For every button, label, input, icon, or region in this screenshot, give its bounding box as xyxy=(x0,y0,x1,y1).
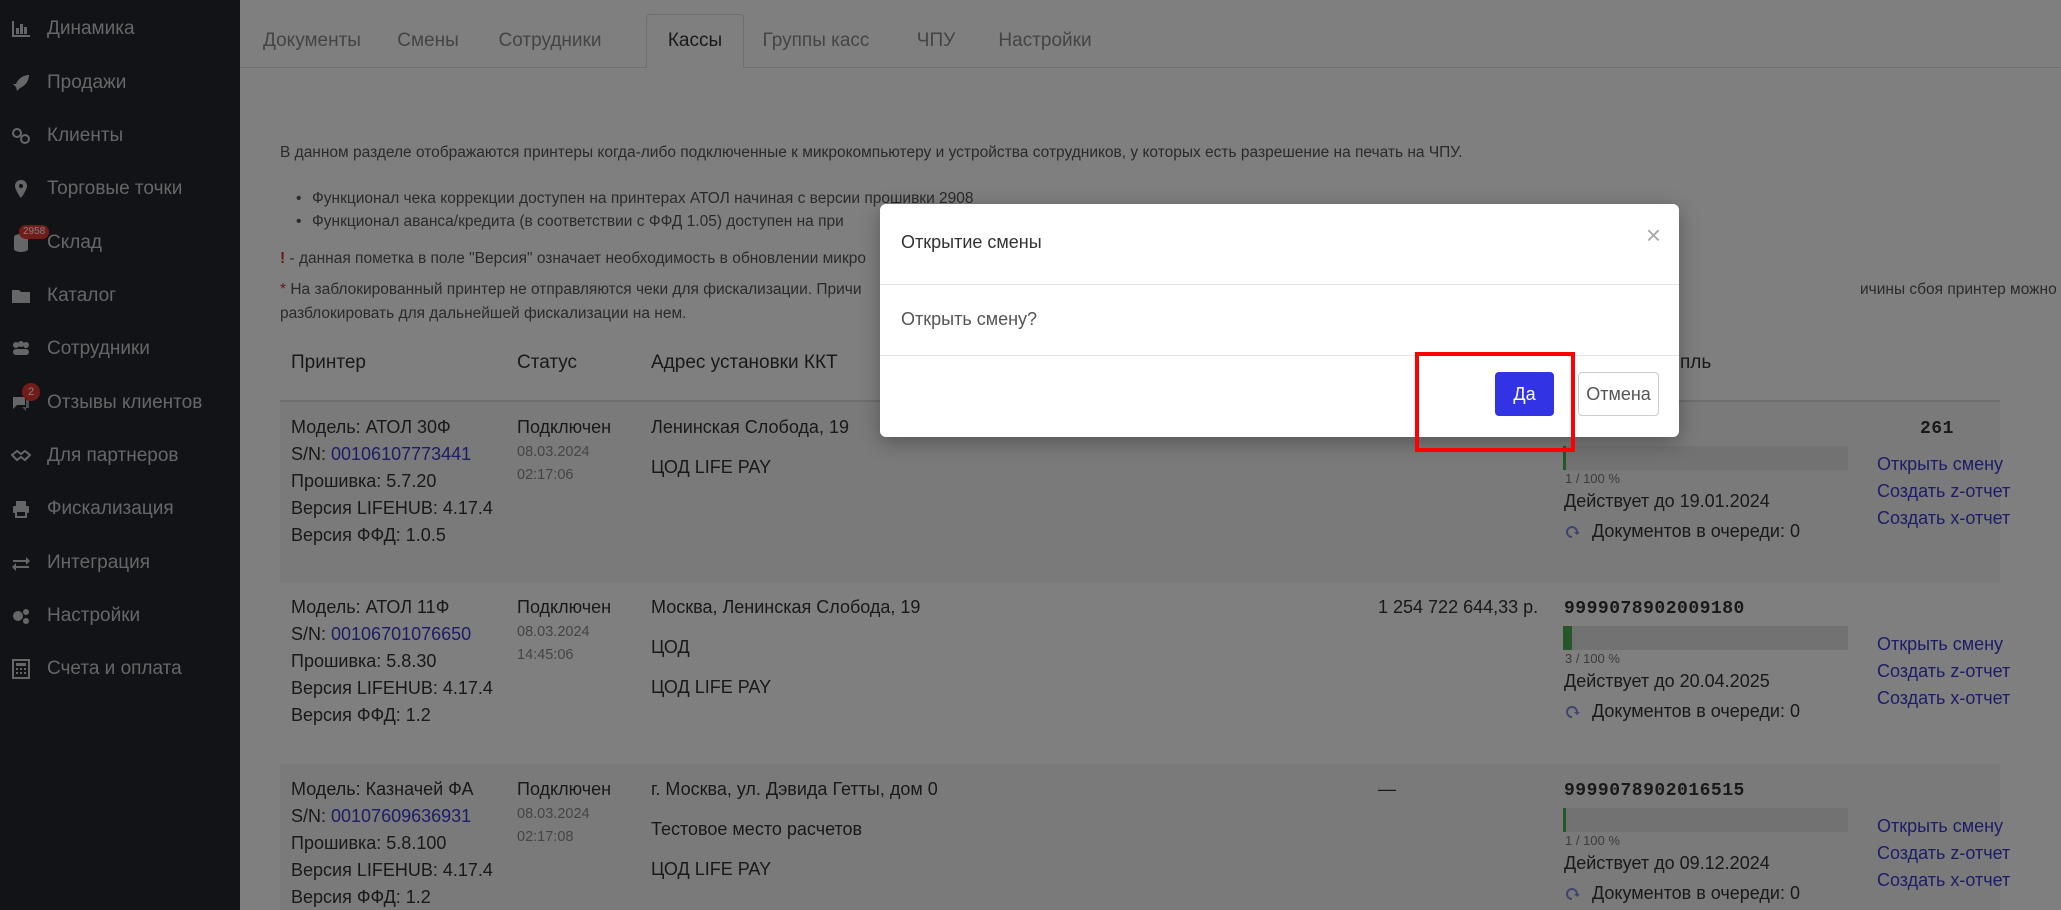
cancel-button[interactable]: Отмена xyxy=(1578,372,1659,416)
modal-title: Открытие смены xyxy=(901,232,1042,252)
modal-question: Открыть смену? xyxy=(901,309,1038,329)
modal-body: Открыть смену? xyxy=(880,285,1679,356)
modal-header: Открытие смены × xyxy=(880,204,1679,285)
close-icon[interactable]: × xyxy=(1646,222,1661,248)
modal-backdrop[interactable] xyxy=(0,0,2061,910)
highlight-box xyxy=(1415,352,1575,452)
